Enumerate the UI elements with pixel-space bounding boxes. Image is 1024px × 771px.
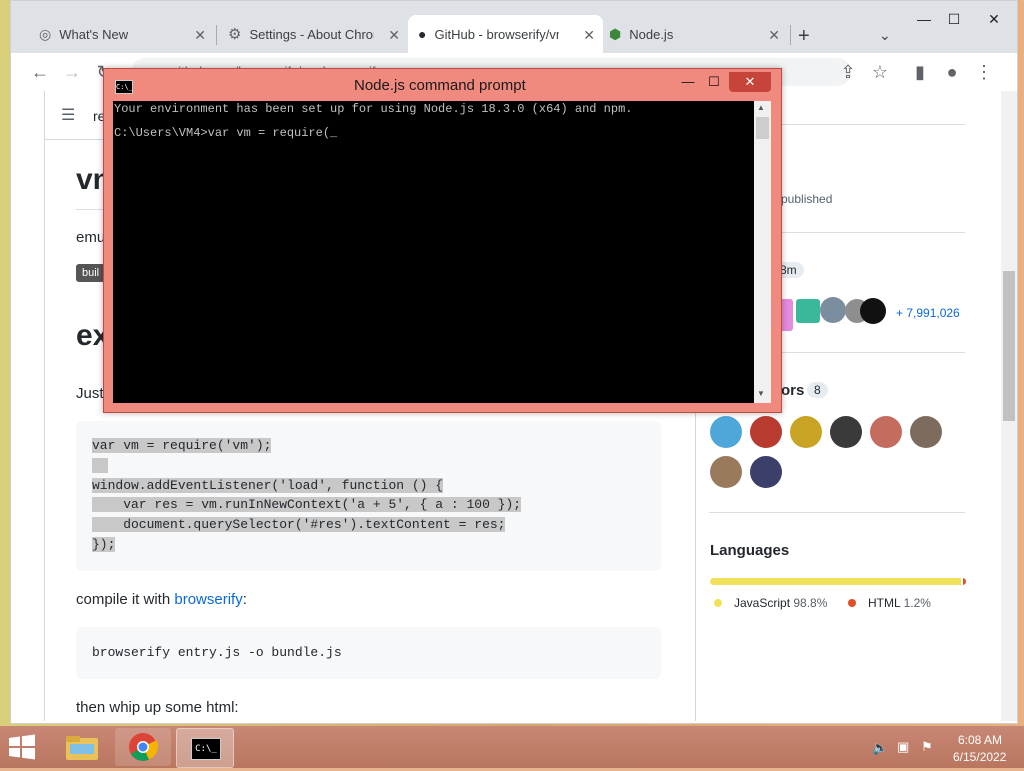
code-block-build: browserify entry.js -o bundle.js bbox=[76, 627, 661, 679]
just-text: Just bbox=[76, 385, 104, 402]
speaker-muted-icon[interactable]: 🔈 bbox=[872, 740, 888, 756]
close-icon[interactable]: ✕ bbox=[768, 27, 780, 44]
avatar[interactable] bbox=[820, 297, 846, 323]
back-icon[interactable]: ← bbox=[29, 61, 51, 83]
tab-title: Settings - About Chrom bbox=[249, 26, 375, 42]
windows-icon bbox=[9, 734, 35, 760]
cmd-console[interactable]: Your environment has been set up for usi… bbox=[113, 101, 754, 403]
tab-title: What's New bbox=[59, 26, 129, 42]
close-window-button[interactable]: ✕ bbox=[974, 7, 1014, 31]
avatar[interactable] bbox=[750, 456, 782, 488]
tab-strip: ◎ What's New ✕ ⚙ Settings - About Chrom … bbox=[11, 1, 1017, 53]
new-tab-button[interactable]: + bbox=[798, 25, 810, 48]
chrome-icon bbox=[129, 733, 159, 761]
gear-icon: ⚙ bbox=[228, 26, 242, 43]
avatar[interactable] bbox=[796, 299, 820, 323]
code-line: browserify entry.js -o bundle.js bbox=[92, 645, 342, 660]
code-line: }); bbox=[92, 537, 116, 552]
cmd-scrollbar-thumb[interactable] bbox=[756, 117, 769, 139]
page-scrollbar-thumb[interactable] bbox=[1003, 271, 1015, 421]
browserify-link[interactable]: browserify bbox=[174, 591, 242, 608]
language-javascript[interactable]: JavaScript 98.8% bbox=[734, 596, 827, 610]
scroll-up-icon[interactable]: ▲ bbox=[757, 103, 765, 112]
compile-text: compile it with browserify: bbox=[76, 591, 247, 608]
build-badge[interactable]: buil bbox=[76, 264, 106, 282]
action-center-icon[interactable]: ⚑ bbox=[921, 739, 933, 755]
chrome-icon: ◎ bbox=[39, 25, 52, 42]
close-icon[interactable]: ✕ bbox=[583, 27, 595, 44]
folder-icon bbox=[66, 736, 98, 760]
avatar[interactable] bbox=[910, 416, 942, 448]
taskbar-chrome[interactable] bbox=[115, 728, 171, 766]
console-prompt-line: C:\Users\VM4>var vm = require(_ bbox=[114, 126, 338, 140]
avatar[interactable] bbox=[750, 416, 782, 448]
avatar[interactable] bbox=[870, 416, 902, 448]
cmd-title: Node.js command prompt bbox=[354, 77, 526, 94]
tab-separator bbox=[790, 25, 791, 45]
tab-github[interactable]: ● GitHub - browserify/vm ✕ bbox=[408, 15, 603, 53]
used-by-more-link[interactable]: + 7,991,026 bbox=[896, 306, 960, 320]
bookmark-star-icon[interactable]: ☆ bbox=[869, 61, 891, 83]
cmd-icon: C:\_ bbox=[115, 80, 133, 94]
clock-time[interactable]: 6:08 AM bbox=[958, 733, 1002, 747]
close-icon[interactable]: ✕ bbox=[388, 27, 400, 44]
published-text: published bbox=[781, 192, 833, 206]
cmd-minimize-button[interactable]: — bbox=[676, 72, 700, 92]
taskbar-file-explorer[interactable] bbox=[54, 728, 110, 766]
github-icon: ● bbox=[418, 26, 427, 42]
tab-whats-new[interactable]: ◎ What's New ✕ bbox=[29, 15, 214, 53]
language-bar-javascript bbox=[710, 578, 961, 585]
list-icon[interactable]: ☰ bbox=[61, 105, 75, 125]
cmd-titlebar[interactable]: C:\_ Node.js command prompt — ☐ ✕ bbox=[104, 69, 781, 101]
clock-date[interactable]: 6/15/2022 bbox=[953, 750, 1006, 764]
code-line bbox=[92, 458, 108, 473]
code-line: window.addEventListener('load', function… bbox=[92, 478, 444, 493]
profile-icon[interactable]: ● bbox=[941, 61, 963, 83]
console-line: Your environment has been set up for usi… bbox=[114, 102, 633, 116]
start-button[interactable] bbox=[8, 734, 36, 760]
tab-title: Node.js bbox=[629, 26, 674, 42]
languages-heading: Languages bbox=[710, 542, 790, 559]
contributors-count: 8 bbox=[807, 382, 828, 398]
tab-search-icon[interactable]: ⌄ bbox=[879, 27, 891, 44]
tab-title: GitHub - browserify/vm bbox=[434, 26, 560, 42]
network-icon[interactable]: ▣ bbox=[897, 739, 909, 755]
cmd-scrollbar[interactable]: ▲ ▼ bbox=[754, 101, 771, 403]
contributors-heading[interactable]: ors bbox=[781, 382, 804, 399]
avatar[interactable] bbox=[710, 456, 742, 488]
share-icon[interactable]: ⇪ bbox=[837, 61, 859, 83]
taskbar: C:\_ 🔈 ▣ ⚑ 6:08 AM 6/15/2022 bbox=[0, 726, 1024, 768]
javascript-dot bbox=[714, 599, 722, 607]
nodejs-icon: ⬢ bbox=[609, 25, 622, 42]
code-block-entry: var vm = require('vm'); window.addEventL… bbox=[76, 421, 661, 571]
scroll-down-icon[interactable]: ▼ bbox=[757, 389, 765, 398]
language-html[interactable]: HTML 1.2% bbox=[868, 596, 931, 610]
tab-settings[interactable]: ⚙ Settings - About Chrom ✕ bbox=[218, 15, 408, 53]
intro-text: emu bbox=[76, 229, 106, 246]
tab-separator bbox=[216, 25, 217, 45]
side-panel-icon[interactable]: ▮ bbox=[909, 61, 931, 83]
forward-icon[interactable]: → bbox=[61, 61, 83, 83]
close-icon[interactable]: ✕ bbox=[194, 27, 206, 44]
maximize-button[interactable]: ☐ bbox=[934, 7, 974, 31]
language-bar bbox=[710, 578, 966, 585]
tab-nodejs[interactable]: ⬢ Node.js ✕ bbox=[603, 15, 788, 53]
html-dot bbox=[848, 599, 856, 607]
code-line: var vm = require('vm'); bbox=[92, 438, 272, 453]
cmd-taskbar-icon: C:\_ bbox=[191, 738, 221, 760]
avatar[interactable] bbox=[710, 416, 742, 448]
then-text: then whip up some html: bbox=[76, 699, 239, 716]
taskbar-cmd[interactable]: C:\_ bbox=[176, 728, 234, 768]
cmd-close-button[interactable]: ✕ bbox=[729, 72, 771, 92]
language-bar-html bbox=[962, 578, 966, 585]
avatar[interactable] bbox=[830, 416, 862, 448]
cmd-window: C:\_ Node.js command prompt — ☐ ✕ Your e… bbox=[103, 68, 782, 413]
code-line: var res = vm.runInNewContext('a + 5', { … bbox=[92, 497, 522, 512]
cmd-maximize-button[interactable]: ☐ bbox=[702, 72, 726, 92]
menu-icon[interactable]: ⋮ bbox=[973, 61, 995, 83]
avatar[interactable] bbox=[860, 298, 886, 324]
code-line: document.querySelector('#res').textConte… bbox=[92, 517, 506, 532]
avatar[interactable] bbox=[790, 416, 822, 448]
divider bbox=[709, 512, 965, 513]
